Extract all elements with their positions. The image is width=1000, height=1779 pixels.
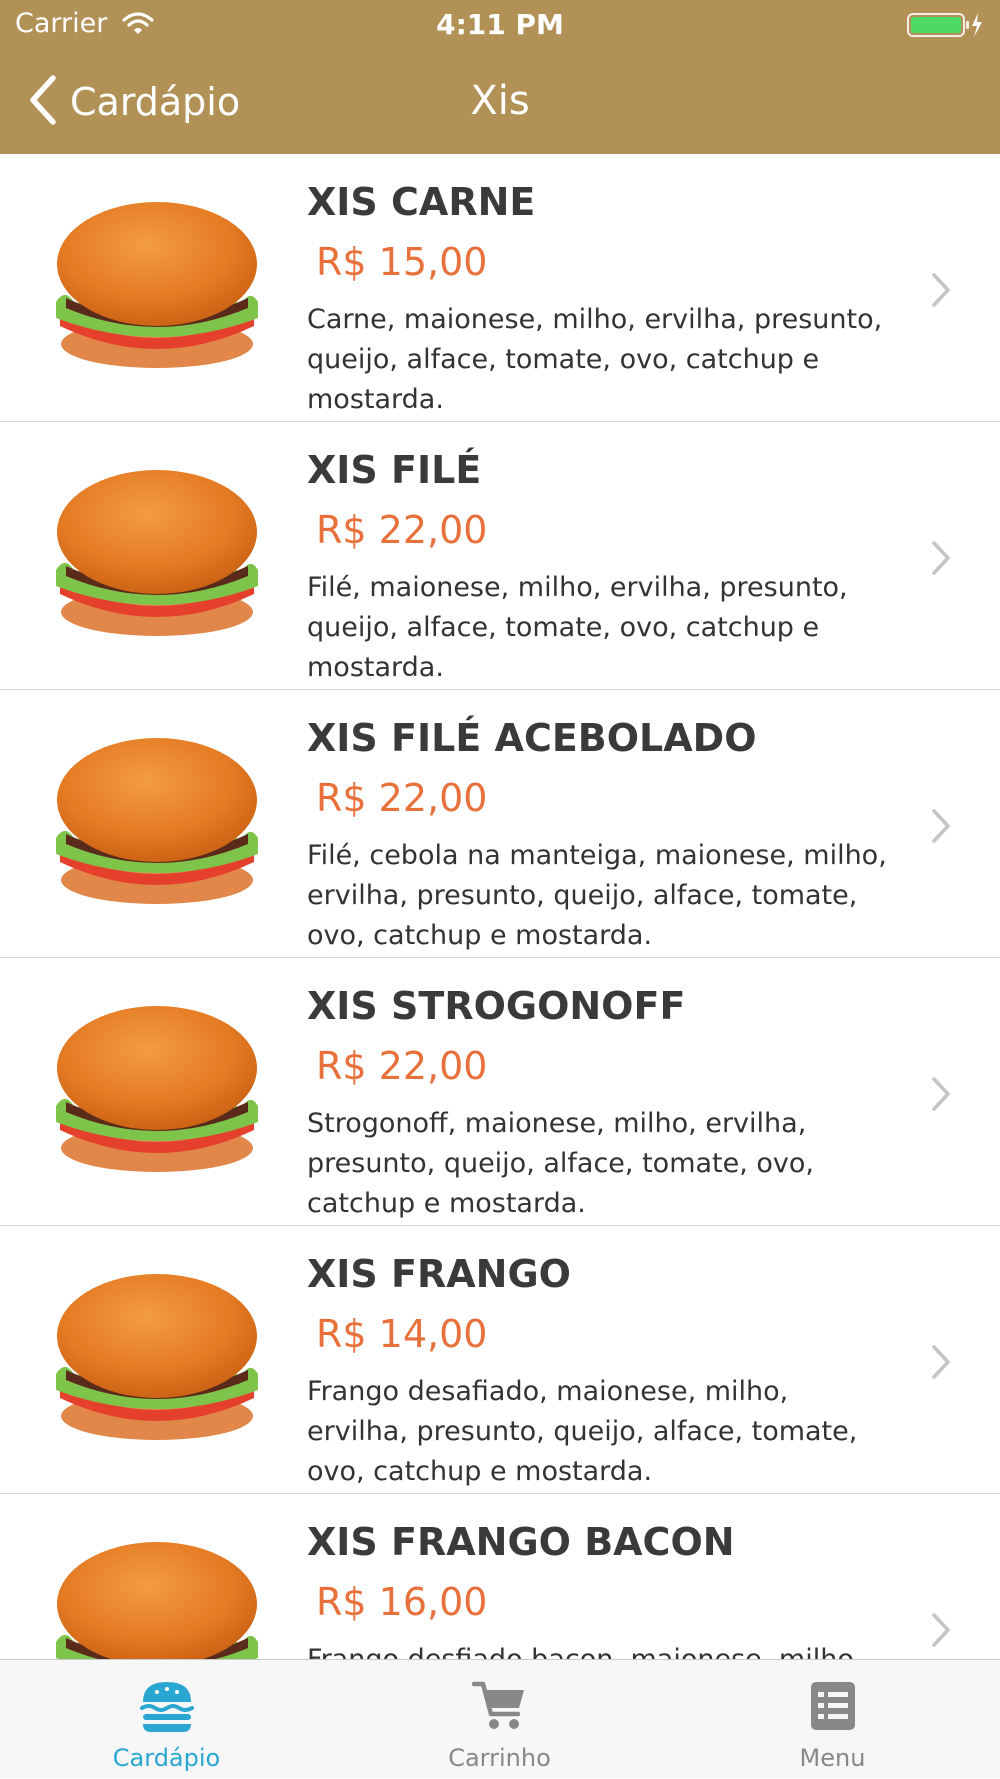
item-description: Filé, maionese, milho, ervilha, presunto… — [307, 572, 848, 683]
menu-item-row[interactable]: XIS STROGONOFF R$ 22,00 Strogonoff, maio… — [0, 958, 1000, 1226]
burger-image — [46, 462, 268, 644]
item-price: R$ 15,00 — [316, 240, 488, 284]
tab-label: Carrinho — [448, 1744, 551, 1772]
chevron-right-icon — [932, 1077, 950, 1111]
item-description: Frango desafiado, maionese, milho, ervil… — [307, 1376, 858, 1487]
item-name: XIS FILÉ ACEBOLADO — [307, 716, 757, 760]
menu-item-list[interactable]: XIS CARNE R$ 15,00 Carne, maionese, milh… — [0, 154, 1000, 1659]
item-price: R$ 22,00 — [316, 1044, 488, 1088]
tab-menu[interactable]: Menu — [666, 1660, 999, 1779]
burger-image — [46, 1534, 268, 1659]
item-price: R$ 16,00 — [316, 1580, 488, 1624]
battery-icon — [906, 11, 986, 43]
status-time: 4:11 PM — [436, 8, 564, 41]
item-description: Strogonoff, maionese, milho, ervilha, pr… — [307, 1108, 815, 1219]
item-description: Carne, maionese, milho, ervilha, presunt… — [307, 304, 883, 415]
burger-image — [46, 998, 268, 1180]
item-price: R$ 14,00 — [316, 1312, 488, 1356]
tab-label: Cardápio — [112, 1744, 221, 1772]
tab-label: Menu — [799, 1744, 866, 1772]
navigation-bar: Cardápio Xis — [0, 50, 1000, 154]
burger-image — [46, 1266, 268, 1448]
chevron-right-icon — [932, 1345, 950, 1379]
item-price: R$ 22,00 — [316, 776, 488, 820]
menu-item-row[interactable]: XIS FRANGO BACON R$ 16,00 Frango desfiad… — [0, 1494, 1000, 1659]
menu-item-row[interactable]: XIS FRANGO R$ 14,00 Frango desafiado, ma… — [0, 1226, 1000, 1494]
burger-icon — [139, 1682, 194, 1732]
item-price: R$ 22,00 — [316, 508, 488, 552]
list-icon — [810, 1682, 855, 1730]
item-name: XIS FRANGO — [307, 1252, 571, 1296]
burger-image — [46, 194, 268, 376]
page-title: Xis — [470, 78, 530, 124]
item-name: XIS STROGONOFF — [307, 984, 686, 1028]
tab-cardapio[interactable]: Cardápio — [0, 1660, 333, 1779]
chevron-right-icon — [932, 809, 950, 843]
item-name: XIS CARNE — [307, 180, 536, 224]
menu-item-row[interactable]: XIS CARNE R$ 15,00 Carne, maionese, milh… — [0, 154, 1000, 422]
item-name: XIS FILÉ — [307, 448, 482, 492]
cart-icon — [471, 1681, 524, 1729]
status-bar: Carrier 4:11 PM — [0, 0, 1000, 50]
item-description: Filé, cebola na manteiga, maionese, milh… — [307, 840, 887, 951]
chevron-right-icon — [932, 273, 950, 307]
chevron-right-icon — [932, 541, 950, 575]
chevron-right-icon — [932, 1613, 950, 1647]
item-name: XIS FRANGO BACON — [307, 1520, 735, 1564]
menu-item-row[interactable]: XIS FILÉ ACEBOLADO R$ 22,00 Filé, cebola… — [0, 690, 1000, 958]
burger-image — [46, 730, 268, 912]
tab-bar: Cardápio Carrinho Menu — [0, 1659, 1000, 1778]
tab-carrinho[interactable]: Carrinho — [333, 1660, 666, 1779]
item-description: Frango desfiado bacon, maionese, milho, — [307, 1640, 897, 1659]
menu-item-row[interactable]: XIS FILÉ R$ 22,00 Filé, maionese, milho,… — [0, 422, 1000, 690]
